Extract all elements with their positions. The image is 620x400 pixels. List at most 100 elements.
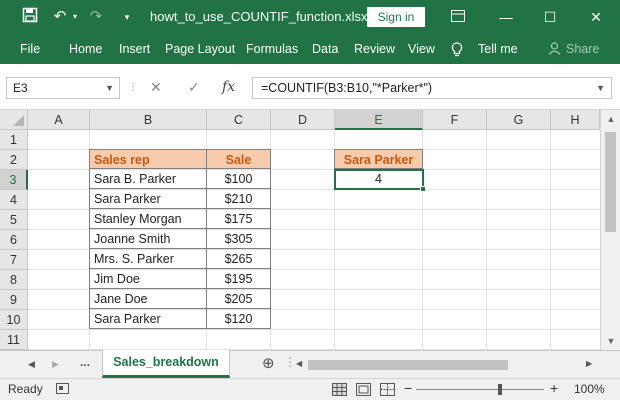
save-icon[interactable] <box>20 7 40 29</box>
active-cell-selection <box>334 169 424 190</box>
tab-formulas[interactable]: Formulas <box>246 42 298 56</box>
row-header-11[interactable]: 11 <box>0 330 28 350</box>
normal-view-icon[interactable] <box>332 383 347 399</box>
horizontal-scrollbar[interactable]: ◀ ▶ <box>294 359 598 371</box>
formula-input[interactable]: =COUNTIF(B3:B10,"*Parker*") ▼ <box>252 77 612 99</box>
more-sheets-button[interactable]: ... <box>80 355 90 369</box>
row-header-4[interactable]: 4 <box>0 190 28 210</box>
ribbon-tabs: File Home Insert Page Layout Formulas Da… <box>0 34 620 64</box>
more-options-icon[interactable]: ⋮ <box>128 82 138 93</box>
sign-in-button[interactable]: Sign in <box>367 7 425 27</box>
zoom-in-button[interactable]: + <box>550 380 558 396</box>
column-header-f[interactable]: F <box>423 110 487 130</box>
next-sheet-icon[interactable]: ▶ <box>52 359 59 370</box>
row-header-1[interactable]: 1 <box>0 130 28 150</box>
column-header-g[interactable]: G <box>487 110 551 130</box>
table-header-sale[interactable]: Sale <box>206 149 271 169</box>
name-box[interactable]: E3 ▼ <box>6 77 120 99</box>
zoom-slider-track[interactable] <box>416 389 544 390</box>
expand-formula-icon[interactable]: ▼ <box>596 78 605 98</box>
scroll-left-icon[interactable]: ◀ <box>296 359 302 368</box>
name-box-value: E3 <box>13 81 28 95</box>
zoom-level[interactable]: 100% <box>574 382 605 396</box>
column-header-a[interactable]: A <box>28 110 90 130</box>
lightbulb-icon[interactable] <box>451 42 463 60</box>
table-cell-sale[interactable]: $175 <box>206 209 271 229</box>
scroll-down-icon[interactable]: ▼ <box>601 336 620 346</box>
table-cell-rep[interactable]: Sara Parker <box>89 309 207 329</box>
row-header-10[interactable]: 10 <box>0 310 28 330</box>
tab-view[interactable]: View <box>408 42 435 56</box>
tab-home[interactable]: Home <box>69 42 102 56</box>
table-cell-rep[interactable]: Sara Parker <box>89 189 207 209</box>
horizontal-scroll-thumb[interactable] <box>308 360 508 370</box>
column-header-c[interactable]: C <box>207 110 271 130</box>
tab-insert[interactable]: Insert <box>119 42 150 56</box>
enter-icon[interactable]: ✓ <box>188 79 200 96</box>
maximize-icon[interactable]: ☐ <box>538 6 562 28</box>
cancel-icon[interactable]: ✕ <box>150 79 162 96</box>
status-ready: Ready <box>8 382 43 396</box>
row-header-3[interactable]: 3 <box>0 170 28 190</box>
ribbon-display-icon[interactable] <box>446 6 470 28</box>
vertical-scrollbar[interactable]: ▲ ▼ <box>600 110 620 350</box>
minimize-icon[interactable]: — <box>494 6 518 28</box>
tab-file[interactable]: File <box>20 42 40 56</box>
formula-text: =COUNTIF(B3:B10,"*Parker*") <box>261 81 433 95</box>
table-cell-sale[interactable]: $195 <box>206 269 271 289</box>
zoom-out-button[interactable]: − <box>404 380 412 396</box>
result-label-cell[interactable]: Sara Parker <box>334 149 423 169</box>
vertical-scroll-thumb[interactable] <box>605 132 616 232</box>
row-header-2[interactable]: 2 <box>0 150 28 170</box>
column-header-b[interactable]: B <box>90 110 207 130</box>
page-break-view-icon[interactable] <box>380 383 395 399</box>
table-cell-rep[interactable]: Sara B. Parker <box>89 169 207 189</box>
undo-icon[interactable]: ↶ <box>50 7 70 27</box>
table-cell-sale[interactable]: $120 <box>206 309 271 329</box>
scroll-right-icon[interactable]: ▶ <box>586 359 592 368</box>
table-cell-sale[interactable]: $210 <box>206 189 271 209</box>
table-cell-rep[interactable]: Joanne Smith <box>89 229 207 249</box>
table-header-sales-rep[interactable]: Sales rep <box>89 149 207 169</box>
table-cell-rep[interactable]: Mrs. S. Parker <box>89 249 207 269</box>
row-header-9[interactable]: 9 <box>0 290 28 310</box>
formula-bar: E3 ▼ ⋮ ✕ ✓ fx =COUNTIF(B3:B10,"*Parker*"… <box>0 64 620 110</box>
tab-review[interactable]: Review <box>354 42 395 56</box>
scroll-up-icon[interactable]: ▲ <box>601 114 620 124</box>
chevron-down-icon[interactable]: ▼ <box>105 78 114 98</box>
tab-data[interactable]: Data <box>312 42 338 56</box>
fill-handle[interactable] <box>420 186 426 192</box>
add-sheet-icon[interactable]: ⊕ <box>262 354 275 372</box>
row-header-5[interactable]: 5 <box>0 210 28 230</box>
column-header-d[interactable]: D <box>271 110 335 130</box>
prev-sheet-icon[interactable]: ◀ <box>28 359 35 370</box>
column-header-h[interactable]: H <box>551 110 600 130</box>
undo-dropdown-icon[interactable]: ▾ <box>70 7 80 27</box>
share-button[interactable]: Share <box>566 42 599 56</box>
tab-page-layout[interactable]: Page Layout <box>165 42 235 56</box>
window-title: howt_to_use_COUNTIF_function.xlsx... <box>150 9 379 24</box>
table-cell-sale[interactable]: $305 <box>206 229 271 249</box>
customize-toolbar-icon[interactable]: ▾ <box>120 7 134 27</box>
person-icon[interactable] <box>548 42 561 58</box>
close-icon[interactable]: ✕ <box>584 6 608 28</box>
column-header-e[interactable]: E <box>335 110 423 130</box>
row-header-6[interactable]: 6 <box>0 230 28 250</box>
title-bar: ↶ ▾ ↷ ▾ howt_to_use_COUNTIF_function.xls… <box>0 0 620 34</box>
redo-icon[interactable]: ↷ <box>86 7 106 27</box>
insert-function-icon[interactable]: fx <box>222 79 235 95</box>
row-header-7[interactable]: 7 <box>0 250 28 270</box>
table-cell-sale[interactable]: $205 <box>206 289 271 309</box>
table-cell-rep[interactable]: Stanley Morgan <box>89 209 207 229</box>
table-cell-rep[interactable]: Jane Doe <box>89 289 207 309</box>
page-layout-view-icon[interactable] <box>356 383 371 399</box>
table-cell-rep[interactable]: Jim Doe <box>89 269 207 289</box>
row-header-8[interactable]: 8 <box>0 270 28 290</box>
macro-record-icon[interactable] <box>56 383 70 399</box>
tell-me-search[interactable]: Tell me <box>478 42 518 56</box>
select-all-corner[interactable] <box>0 110 28 130</box>
table-cell-sale[interactable]: $265 <box>206 249 271 269</box>
table-cell-sale[interactable]: $100 <box>206 169 271 189</box>
zoom-slider-thumb[interactable] <box>498 384 502 395</box>
sheet-tab-sales-breakdown[interactable]: Sales_breakdown <box>102 350 230 378</box>
